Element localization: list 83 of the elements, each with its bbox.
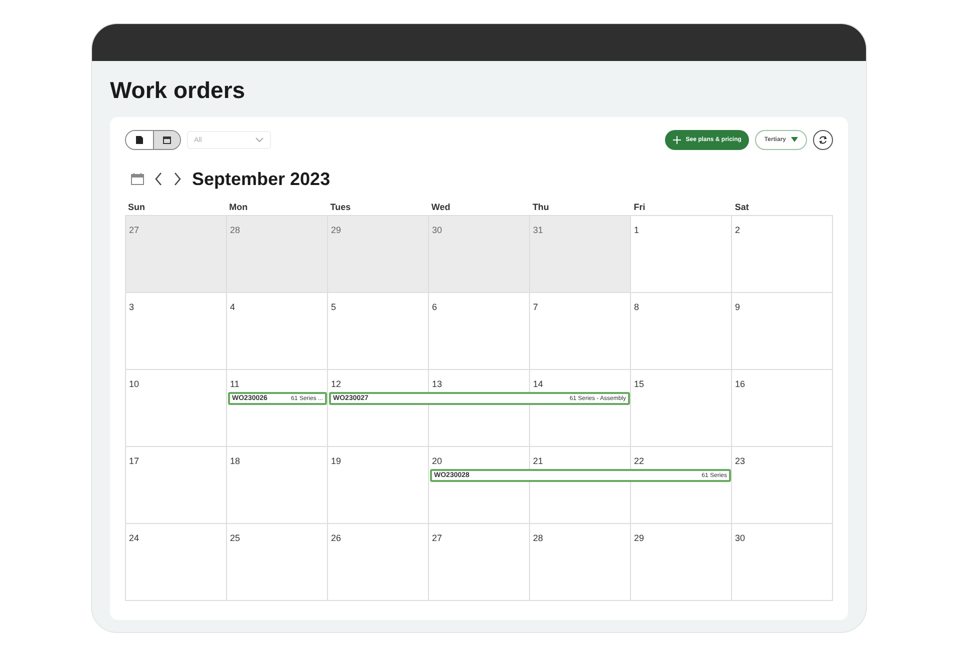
weekday-label: Wed <box>430 201 452 214</box>
day-number: 27 <box>432 533 442 543</box>
day-number: 31 <box>533 225 544 235</box>
day-cell[interactable]: 23 <box>732 447 833 524</box>
day-number: 2 <box>735 225 740 235</box>
day-cell[interactable]: 4 <box>227 293 328 370</box>
caret-icon <box>791 137 798 143</box>
day-number: 26 <box>331 533 342 543</box>
day-cell[interactable]: 7 <box>530 293 631 370</box>
day-number: 25 <box>230 533 240 543</box>
calendar-view-button[interactable] <box>153 131 180 149</box>
day-cell[interactable]: 26 <box>328 524 429 601</box>
day-number: 12 <box>331 379 342 389</box>
weekday-label: Thu <box>532 201 550 214</box>
day-cell[interactable]: 30 <box>429 216 530 293</box>
chevron-down-icon <box>255 137 264 143</box>
weekday-label: Mon <box>228 201 249 214</box>
refresh-icon <box>818 135 828 145</box>
day-cell[interactable]: 9 <box>732 293 833 370</box>
weekday-label: Tues <box>329 201 352 214</box>
day-number: 16 <box>735 379 746 389</box>
day-number: 14 <box>533 379 544 389</box>
day-number: 28 <box>230 225 240 235</box>
day-cell[interactable]: 1 <box>631 216 732 293</box>
day-number: 9 <box>735 302 740 312</box>
day-number: 5 <box>331 302 336 312</box>
previous-month-icon[interactable] <box>154 172 163 186</box>
day-cell[interactable]: 30 <box>732 524 833 601</box>
day-number: 1 <box>634 225 640 235</box>
calendar-icon <box>163 136 171 144</box>
day-number: 29 <box>331 225 342 235</box>
day-number: 19 <box>331 456 342 466</box>
day-number: 24 <box>129 533 140 543</box>
day-cell[interactable]: 27 <box>429 524 530 601</box>
day-cell[interactable]: 10 <box>126 370 227 447</box>
day-cell[interactable]: 31 <box>530 216 631 293</box>
day-cell[interactable]: 29 <box>631 524 732 601</box>
day-cell[interactable]: 28 <box>530 524 631 601</box>
day-cell[interactable]: 17 <box>126 447 227 524</box>
day-cell[interactable]: 29 <box>328 216 429 293</box>
day-number: 20 <box>432 456 442 466</box>
weekday-label: Sun <box>127 201 146 214</box>
plus-icon <box>672 136 681 144</box>
document-icon <box>136 136 143 144</box>
day-number: 6 <box>432 302 438 312</box>
page-title: Work orders <box>110 76 246 104</box>
day-number: 30 <box>432 225 442 235</box>
day-number: 4 <box>230 302 236 312</box>
day-number: 28 <box>533 533 544 543</box>
refresh-button[interactable] <box>813 130 833 150</box>
day-number: 13 <box>432 379 442 389</box>
day-cell[interactable]: 27 <box>126 216 227 293</box>
day-number: 18 <box>230 456 240 466</box>
day-cell[interactable]: 15 <box>631 370 732 447</box>
day-cell[interactable]: 3 <box>126 293 227 370</box>
day-cell[interactable]: 18 <box>227 447 328 524</box>
weekday-label: Fri <box>632 201 646 214</box>
day-number: 30 <box>735 533 746 543</box>
day-cell[interactable]: 24 <box>126 524 227 601</box>
day-cell[interactable]: 25 <box>227 524 328 601</box>
day-number: 8 <box>634 302 640 312</box>
day-number: 23 <box>735 456 746 466</box>
day-cell[interactable]: 6 <box>429 293 530 370</box>
day-number: 17 <box>129 456 140 466</box>
day-number: 3 <box>129 302 134 312</box>
day-cell[interactable]: 28 <box>227 216 328 293</box>
day-cell[interactable]: 5 <box>328 293 429 370</box>
day-number: 11 <box>230 379 240 389</box>
month-title: September 2023 <box>192 168 330 190</box>
day-number: 10 <box>129 379 140 389</box>
day-number: 22 <box>634 456 644 466</box>
day-number: 7 <box>533 302 538 312</box>
day-cell[interactable]: 2 <box>732 216 833 293</box>
day-number: 15 <box>634 379 644 389</box>
next-month-icon[interactable] <box>173 172 182 186</box>
day-cell[interactable]: 16 <box>732 370 833 447</box>
weekday-label: Sat <box>734 201 750 214</box>
day-cell[interactable]: 8 <box>631 293 732 370</box>
calendar-icon <box>131 173 144 185</box>
day-number: 29 <box>634 533 644 543</box>
day-cell[interactable]: 19 <box>328 447 429 524</box>
day-number: 27 <box>129 225 140 235</box>
day-number: 21 <box>533 456 544 466</box>
